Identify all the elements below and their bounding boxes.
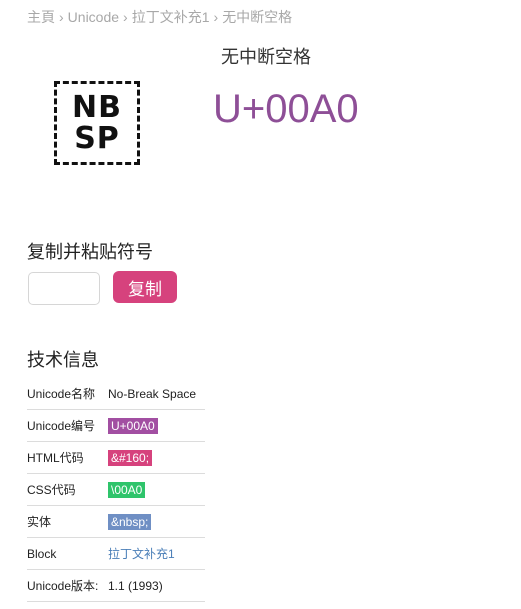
- breadcrumb-unicode-link[interactable]: Unicode: [68, 9, 119, 25]
- copy-button[interactable]: 复制: [113, 271, 177, 303]
- breadcrumb-separator: ›: [59, 9, 64, 25]
- info-key: Block: [27, 546, 57, 561]
- info-key: Unicode版本:: [27, 579, 99, 593]
- html-code-chip[interactable]: &#160;: [108, 449, 153, 466]
- entity-chip[interactable]: &nbsp;: [108, 513, 152, 530]
- info-key: CSS代码: [27, 483, 76, 497]
- codepoint-display: U+00A0: [213, 87, 359, 131]
- breadcrumb-current: 无中断空格: [222, 9, 293, 25]
- info-key: HTML代码: [27, 451, 84, 465]
- tech-info-title: 技术信息: [27, 350, 99, 370]
- info-row-unicode-number: Unicode编号 U+00A0: [27, 410, 205, 442]
- breadcrumb: 主頁 › Unicode › 拉丁文补充1 › 无中断空格: [27, 7, 292, 27]
- info-value: 1.1 (1993): [108, 578, 163, 593]
- breadcrumb-block-link[interactable]: 拉丁文补充1: [132, 9, 210, 25]
- info-key: Unicode编号: [27, 419, 96, 433]
- info-key: 实体: [27, 515, 52, 529]
- info-row-unicode-name: Unicode名称 No-Break Space: [27, 378, 205, 410]
- copy-symbol-input[interactable]: [28, 272, 100, 305]
- breadcrumb-home-link[interactable]: 主頁: [27, 9, 55, 25]
- glyph-line-1: NB: [72, 90, 122, 125]
- info-key: Unicode名称: [27, 387, 96, 401]
- breadcrumb-separator: ›: [213, 9, 219, 25]
- glyph-line-2: SP: [74, 121, 120, 156]
- info-row-unicode-version: Unicode版本: 1.1 (1993): [27, 570, 205, 602]
- breadcrumb-separator: ›: [123, 9, 128, 25]
- nbsp-glyph-icon: NB SP: [54, 81, 140, 165]
- info-row-entity: 实体 &nbsp;: [27, 506, 205, 538]
- css-code-chip[interactable]: \00A0: [108, 481, 146, 498]
- copy-section-title: 复制并粘贴符号: [27, 242, 153, 262]
- unicode-number-chip[interactable]: U+00A0: [108, 417, 158, 434]
- tech-info-table: Unicode名称 No-Break Space Unicode编号 U+00A…: [27, 378, 205, 602]
- info-row-html-code: HTML代码 &#160;: [27, 442, 205, 474]
- info-row-block: Block 拉丁文补充1: [27, 538, 205, 570]
- info-value: No-Break Space: [108, 386, 197, 401]
- info-row-css-code: CSS代码 \00A0: [27, 474, 205, 506]
- character-name: 无中断空格: [221, 47, 311, 67]
- block-link[interactable]: 拉丁文补充1: [108, 547, 175, 561]
